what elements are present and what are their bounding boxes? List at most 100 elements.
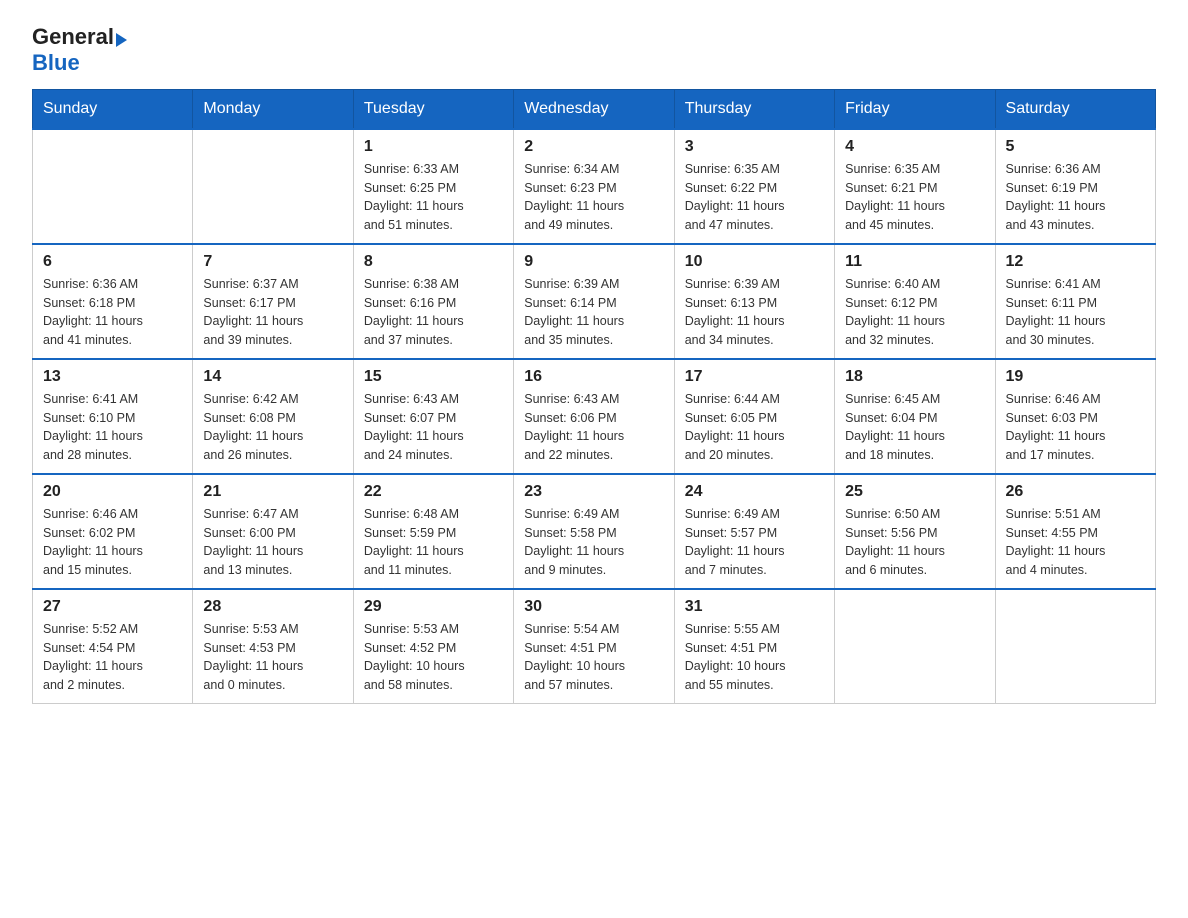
day-number: 2 (524, 138, 663, 156)
day-number: 18 (845, 368, 984, 386)
day-number: 9 (524, 253, 663, 271)
calendar-cell: 16 Sunrise: 6:43 AM Sunset: 6:06 PM Dayli… (514, 359, 674, 474)
day-info: Sunrise: 6:42 AM Sunset: 6:08 PM Dayligh… (203, 390, 342, 465)
weekday-header-monday: Monday (193, 89, 353, 129)
day-number: 25 (845, 483, 984, 501)
day-info: Sunrise: 6:46 AM Sunset: 6:02 PM Dayligh… (43, 505, 182, 580)
week-row-2: 6 Sunrise: 6:36 AM Sunset: 6:18 PM Daylig… (33, 244, 1156, 359)
day-number: 5 (1006, 138, 1145, 156)
day-info: Sunrise: 6:41 AM Sunset: 6:11 PM Dayligh… (1006, 275, 1145, 350)
weekday-header-thursday: Thursday (674, 89, 834, 129)
calendar-cell: 2Sunrise: 6:34 AM Sunset: 6:23 PM Daylig… (514, 129, 674, 244)
day-info: Sunrise: 6:35 AM Sunset: 6:21 PM Dayligh… (845, 160, 984, 235)
day-info: Sunrise: 6:40 AM Sunset: 6:12 PM Dayligh… (845, 275, 984, 350)
day-info: Sunrise: 6:45 AM Sunset: 6:04 PM Dayligh… (845, 390, 984, 465)
day-info: Sunrise: 5:55 AM Sunset: 4:51 PM Dayligh… (685, 620, 824, 695)
day-number: 24 (685, 483, 824, 501)
day-info: Sunrise: 6:46 AM Sunset: 6:03 PM Dayligh… (1006, 390, 1145, 465)
day-number: 1 (364, 138, 503, 156)
day-number: 23 (524, 483, 663, 501)
day-info: Sunrise: 5:52 AM Sunset: 4:54 PM Dayligh… (43, 620, 182, 695)
day-info: Sunrise: 5:51 AM Sunset: 4:55 PM Dayligh… (1006, 505, 1145, 580)
calendar-cell: 27 Sunrise: 5:52 AM Sunset: 4:54 PM Dayli… (33, 589, 193, 704)
day-info: Sunrise: 5:54 AM Sunset: 4:51 PM Dayligh… (524, 620, 663, 695)
day-number: 30 (524, 598, 663, 616)
calendar-cell: 31 Sunrise: 5:55 AM Sunset: 4:51 PM Dayli… (674, 589, 834, 704)
calendar-cell: 14Sunrise: 6:42 AM Sunset: 6:08 PM Dayli… (193, 359, 353, 474)
day-number: 12 (1006, 253, 1145, 271)
calendar-cell (193, 129, 353, 244)
day-number: 19 (1006, 368, 1145, 386)
day-info: Sunrise: 6:43 AM Sunset: 6:07 PM Dayligh… (364, 390, 503, 465)
calendar-cell: 26 Sunrise: 5:51 AM Sunset: 4:55 PM Dayli… (995, 474, 1155, 589)
calendar-cell: 4Sunrise: 6:35 AM Sunset: 6:21 PM Daylig… (835, 129, 995, 244)
calendar-cell: 11 Sunrise: 6:40 AM Sunset: 6:12 PM Dayli… (835, 244, 995, 359)
weekday-header-tuesday: Tuesday (353, 89, 513, 129)
day-info: Sunrise: 6:41 AM Sunset: 6:10 PM Dayligh… (43, 390, 182, 465)
calendar-cell (995, 589, 1155, 704)
calendar-cell: 13 Sunrise: 6:41 AM Sunset: 6:10 PM Dayli… (33, 359, 193, 474)
calendar-cell: 30 Sunrise: 5:54 AM Sunset: 4:51 PM Dayli… (514, 589, 674, 704)
logo-general-text: General (32, 24, 114, 49)
calendar-cell: 1 Sunrise: 6:33 AM Sunset: 6:25 PM Daylig… (353, 129, 513, 244)
day-number: 29 (364, 598, 503, 616)
calendar-cell: 23 Sunrise: 6:49 AM Sunset: 5:58 PM Dayli… (514, 474, 674, 589)
weekday-header-friday: Friday (835, 89, 995, 129)
day-info: Sunrise: 6:49 AM Sunset: 5:58 PM Dayligh… (524, 505, 663, 580)
day-number: 20 (43, 483, 182, 501)
day-number: 21 (203, 483, 342, 501)
day-info: Sunrise: 6:47 AM Sunset: 6:00 PM Dayligh… (203, 505, 342, 580)
logo: General Blue (32, 24, 127, 77)
calendar-cell: 19 Sunrise: 6:46 AM Sunset: 6:03 PM Dayli… (995, 359, 1155, 474)
logo-triangle-icon (116, 33, 127, 47)
calendar-cell: 28Sunrise: 5:53 AM Sunset: 4:53 PM Dayli… (193, 589, 353, 704)
day-info: Sunrise: 5:53 AM Sunset: 4:52 PM Dayligh… (364, 620, 503, 695)
day-info: Sunrise: 6:49 AM Sunset: 5:57 PM Dayligh… (685, 505, 824, 580)
calendar-cell: 5 Sunrise: 6:36 AM Sunset: 6:19 PM Daylig… (995, 129, 1155, 244)
day-info: Sunrise: 6:36 AM Sunset: 6:19 PM Dayligh… (1006, 160, 1145, 235)
day-info: Sunrise: 6:43 AM Sunset: 6:06 PM Dayligh… (524, 390, 663, 465)
day-number: 10 (685, 253, 824, 271)
weekday-header-wednesday: Wednesday (514, 89, 674, 129)
day-info: Sunrise: 6:35 AM Sunset: 6:22 PM Dayligh… (685, 160, 824, 235)
day-number: 6 (43, 253, 182, 271)
day-info: Sunrise: 6:38 AM Sunset: 6:16 PM Dayligh… (364, 275, 503, 350)
calendar-cell (33, 129, 193, 244)
calendar-cell: 29 Sunrise: 5:53 AM Sunset: 4:52 PM Dayli… (353, 589, 513, 704)
day-info: Sunrise: 6:36 AM Sunset: 6:18 PM Dayligh… (43, 275, 182, 350)
calendar-cell (835, 589, 995, 704)
calendar-cell: 22 Sunrise: 6:48 AM Sunset: 5:59 PM Dayli… (353, 474, 513, 589)
day-info: Sunrise: 6:44 AM Sunset: 6:05 PM Dayligh… (685, 390, 824, 465)
week-row-4: 20 Sunrise: 6:46 AM Sunset: 6:02 PM Dayli… (33, 474, 1156, 589)
day-number: 27 (43, 598, 182, 616)
calendar-cell: 18 Sunrise: 6:45 AM Sunset: 6:04 PM Dayli… (835, 359, 995, 474)
day-number: 11 (845, 253, 984, 271)
day-number: 31 (685, 598, 824, 616)
calendar-cell: 12 Sunrise: 6:41 AM Sunset: 6:11 PM Dayli… (995, 244, 1155, 359)
calendar-cell: 9 Sunrise: 6:39 AM Sunset: 6:14 PM Daylig… (514, 244, 674, 359)
calendar-cell: 8 Sunrise: 6:38 AM Sunset: 6:16 PM Daylig… (353, 244, 513, 359)
weekday-header-row: SundayMondayTuesdayWednesdayThursdayFrid… (33, 89, 1156, 129)
calendar-cell: 3Sunrise: 6:35 AM Sunset: 6:22 PM Daylig… (674, 129, 834, 244)
day-number: 16 (524, 368, 663, 386)
day-number: 26 (1006, 483, 1145, 501)
week-row-3: 13 Sunrise: 6:41 AM Sunset: 6:10 PM Dayli… (33, 359, 1156, 474)
day-info: Sunrise: 6:37 AM Sunset: 6:17 PM Dayligh… (203, 275, 342, 350)
calendar-cell: 25 Sunrise: 6:50 AM Sunset: 5:56 PM Dayli… (835, 474, 995, 589)
day-info: Sunrise: 6:39 AM Sunset: 6:14 PM Dayligh… (524, 275, 663, 350)
calendar-cell: 24 Sunrise: 6:49 AM Sunset: 5:57 PM Dayli… (674, 474, 834, 589)
calendar-cell: 17 Sunrise: 6:44 AM Sunset: 6:05 PM Dayli… (674, 359, 834, 474)
weekday-header-saturday: Saturday (995, 89, 1155, 129)
day-number: 28 (203, 598, 342, 616)
calendar-cell: 7Sunrise: 6:37 AM Sunset: 6:17 PM Daylig… (193, 244, 353, 359)
day-info: Sunrise: 6:33 AM Sunset: 6:25 PM Dayligh… (364, 160, 503, 235)
calendar-cell: 10Sunrise: 6:39 AM Sunset: 6:13 PM Dayli… (674, 244, 834, 359)
day-number: 8 (364, 253, 503, 271)
page-header: General Blue (32, 24, 1156, 77)
day-number: 17 (685, 368, 824, 386)
calendar-cell: 20 Sunrise: 6:46 AM Sunset: 6:02 PM Dayli… (33, 474, 193, 589)
day-info: Sunrise: 6:50 AM Sunset: 5:56 PM Dayligh… (845, 505, 984, 580)
day-info: Sunrise: 6:48 AM Sunset: 5:59 PM Dayligh… (364, 505, 503, 580)
day-number: 13 (43, 368, 182, 386)
day-number: 22 (364, 483, 503, 501)
